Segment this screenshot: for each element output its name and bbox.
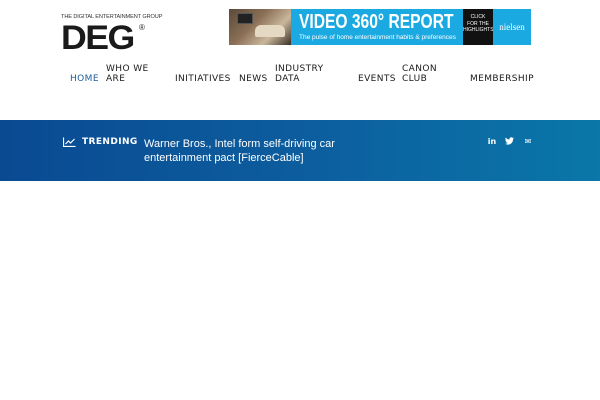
nav-label: MEMBERSHIP: [470, 74, 534, 84]
nav-item-industry-data[interactable]: INDUSTRY DATA: [275, 64, 324, 84]
main-nav: HOME WHO WE ARE INITIATIVES NEWS INDUSTR…: [0, 0, 600, 110]
nav-label: WHO WE: [106, 64, 149, 74]
nav-item-initiatives[interactable]: INITIATIVES: [175, 74, 231, 84]
nav-label-line2: ARE: [106, 74, 126, 84]
nav-label: HOME: [70, 74, 99, 84]
twitter-icon[interactable]: [504, 137, 514, 147]
nav-item-news[interactable]: NEWS: [239, 74, 268, 84]
twitter-bird-glyph: [504, 137, 514, 145]
trending-chart-icon: [63, 137, 76, 147]
nav-item-who-we-are[interactable]: WHO WE ARE: [106, 64, 149, 84]
trending-headline-link[interactable]: Warner Bros., Intel form self-driving ca…: [144, 137, 344, 165]
nav-label: CANON: [402, 64, 437, 74]
linkedin-icon[interactable]: in: [487, 137, 497, 147]
nav-label: INITIATIVES: [175, 74, 231, 84]
nav-label: EVENTS: [358, 74, 396, 84]
nav-label: INDUSTRY: [275, 64, 324, 74]
nav-item-home[interactable]: HOME: [70, 74, 99, 84]
nav-label: NEWS: [239, 74, 268, 84]
nav-label-line2: DATA: [275, 74, 300, 84]
email-icon[interactable]: ✉: [523, 137, 533, 147]
nav-label-line2: CLUB: [402, 74, 428, 84]
nav-item-canon-club[interactable]: CANON CLUB: [402, 64, 437, 84]
trending-bar: TRENDING Warner Bros., Intel form self-d…: [0, 120, 600, 181]
nav-item-events[interactable]: EVENTS: [358, 74, 396, 84]
trending-label: TRENDING: [82, 137, 138, 147]
nav-item-membership[interactable]: MEMBERSHIP: [470, 74, 534, 84]
